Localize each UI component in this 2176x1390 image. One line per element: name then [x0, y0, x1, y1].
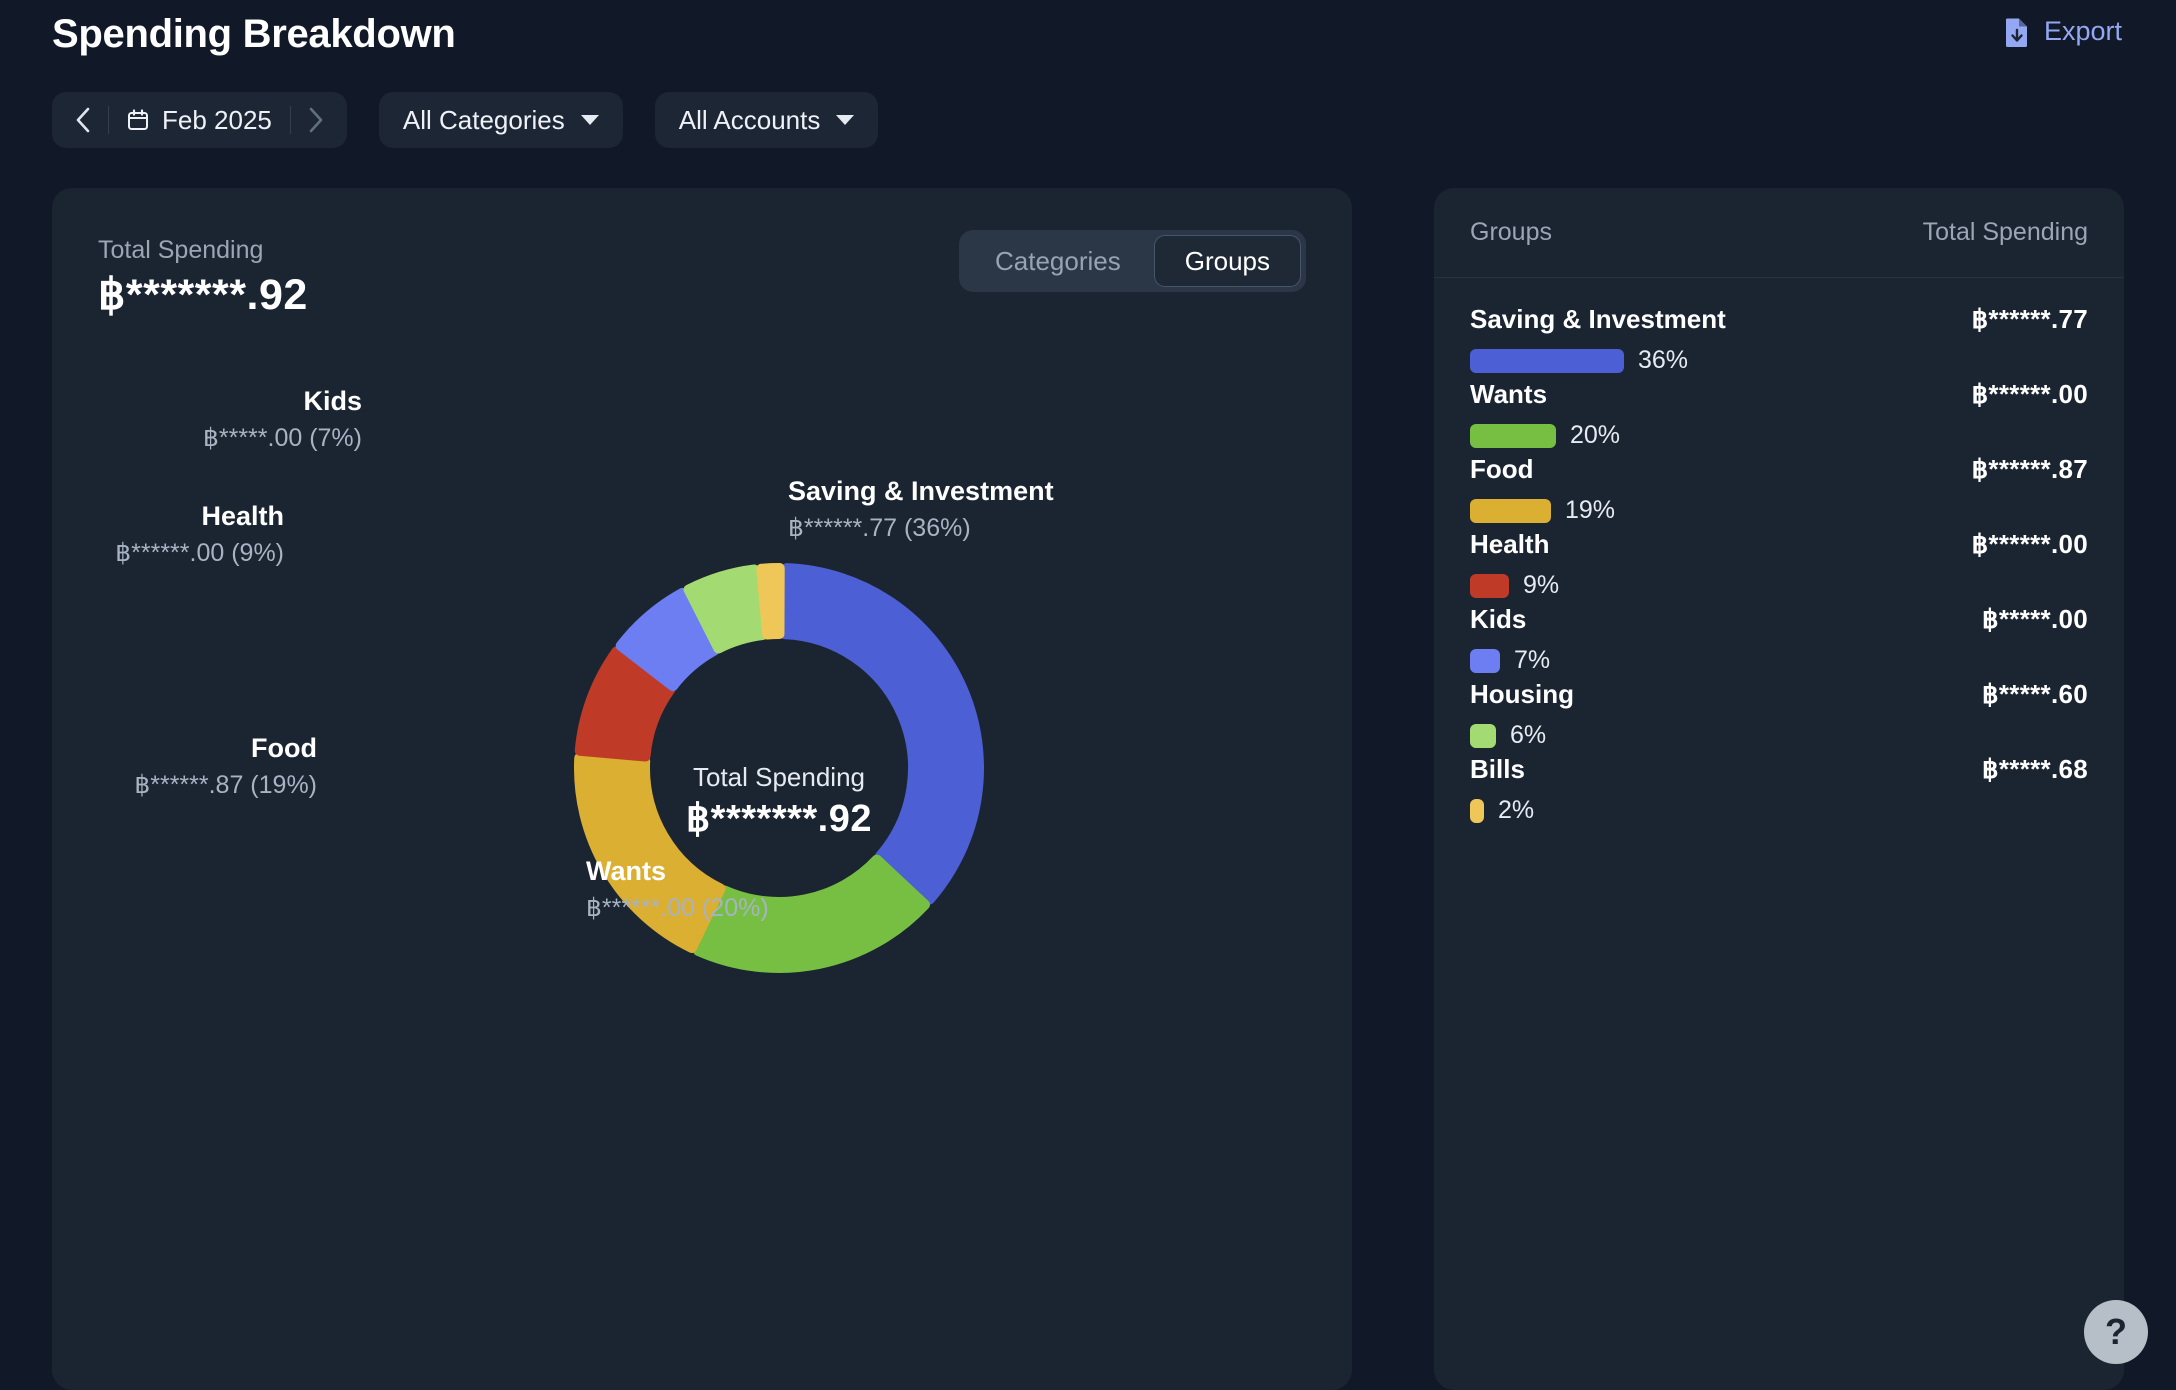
group-row-saving-investment[interactable]: Saving & Investment ฿******.77 36%: [1470, 304, 2088, 379]
current-period-label: Feb 2025: [162, 104, 272, 135]
export-label: Export: [2043, 16, 2122, 46]
group-name-saving-investment: Saving & Investment: [1470, 304, 1726, 334]
chart-label-saving-name: Saving & Investment: [788, 476, 1054, 506]
chart-card: Total Spending ฿*******.92 Categories Gr…: [52, 188, 1352, 1390]
chart-label-kids-value: ฿*****.00 (7%): [202, 424, 362, 452]
group-amount-saving-investment: ฿******.77: [1971, 304, 2088, 334]
chart-label-food-name: Food: [251, 733, 317, 763]
category-filter-dropdown[interactable]: All Categories: [378, 92, 623, 148]
group-bar-kids: [1470, 648, 1500, 673]
group-row-bills[interactable]: Bills ฿*****.68 2%: [1470, 754, 2088, 829]
group-row-housing[interactable]: Housing ฿*****.60 6%: [1470, 679, 2088, 754]
prev-month-button[interactable]: [58, 92, 108, 148]
group-name-housing: Housing: [1470, 679, 1574, 709]
groups-list: Saving & Investment ฿******.77 36% Wants ฿**…: [1434, 280, 2124, 829]
next-month-button[interactable]: [291, 92, 341, 148]
donut-center-value: ฿*******.92: [685, 798, 873, 840]
help-button[interactable]: ?: [2084, 1300, 2148, 1364]
group-percent-saving-investment: 36%: [1638, 346, 1689, 374]
group-name-bills: Bills: [1470, 754, 1525, 784]
chart-label-food-value: ฿******.87 (19%): [134, 771, 317, 799]
calendar-icon: [127, 109, 149, 131]
group-amount-bills: ฿*****.68: [1982, 754, 2088, 784]
group-name-health: Health: [1470, 529, 1550, 559]
group-bar-saving-investment: [1470, 348, 1624, 373]
group-bar-food: [1470, 498, 1551, 523]
question-mark-icon: ?: [2105, 1311, 2127, 1352]
category-filter-label: All Categories: [402, 104, 565, 135]
date-display[interactable]: Feb 2025: [109, 105, 290, 136]
account-filter-label: All Accounts: [678, 104, 821, 135]
chevron-down-icon: [836, 115, 855, 125]
group-bar-wants: [1470, 423, 1556, 448]
filter-toolbar: Feb 2025 All Categories All Accounts: [52, 92, 879, 148]
donut-slice-bills[interactable]: [756, 563, 785, 640]
group-row-kids[interactable]: Kids ฿*****.00 7%: [1470, 604, 2088, 679]
total-spending-value: ฿*******.92: [98, 271, 308, 319]
group-bar-housing: [1470, 723, 1496, 748]
chart-label-wants-value: ฿******.00 (20%): [586, 894, 769, 922]
chart-label-health-name: Health: [201, 501, 284, 531]
group-percent-wants: 20%: [1570, 421, 1621, 449]
view-toggle: Categories Groups: [959, 230, 1306, 292]
donut-slice-health[interactable]: [574, 646, 676, 762]
page-header: Spending Breakdown Export: [0, 0, 2176, 80]
group-amount-health: ฿******.00: [1971, 529, 2088, 559]
group-row-food[interactable]: Food ฿******.87 19%: [1470, 454, 2088, 529]
chevron-down-icon: [580, 115, 599, 125]
account-filter-dropdown[interactable]: All Accounts: [654, 92, 879, 148]
group-amount-food: ฿******.87: [1971, 454, 2088, 484]
total-spending-label: Total Spending: [98, 236, 264, 264]
tab-categories[interactable]: Categories: [964, 235, 1152, 287]
chart-label-food: Food ฿******.87 (19%): [52, 733, 317, 800]
chart-label-wants: Wants ฿******.00 (20%): [586, 856, 769, 923]
donut-slice-kids[interactable]: [615, 587, 720, 692]
tab-groups[interactable]: Groups: [1153, 235, 1301, 287]
group-percent-health: 9%: [1523, 571, 1560, 599]
groups-column-header: Groups: [1470, 218, 1552, 246]
groups-panel-header: Groups Total Spending: [1434, 188, 2124, 278]
group-bar-health: [1470, 573, 1509, 598]
chart-label-health-value: ฿******.00 (9%): [115, 539, 284, 567]
spending-breakdown-page: Spending Breakdown Export Feb 2025 All C…: [0, 0, 2176, 1390]
chart-label-health: Health ฿******.00 (9%): [52, 501, 284, 568]
donut-center-label: Total Spending: [692, 762, 866, 792]
date-navigator: Feb 2025: [52, 92, 347, 148]
donut-slice-housing[interactable]: [683, 564, 768, 654]
chart-label-saving: Saving & Investment ฿******.77 (36%): [788, 476, 1054, 543]
groups-panel: Groups Total Spending Saving & Investmen…: [1434, 188, 2124, 1390]
chart-label-wants-name: Wants: [586, 856, 666, 886]
total-column-header: Total Spending: [1922, 218, 2088, 246]
group-row-wants[interactable]: Wants ฿******.00 20%: [1470, 379, 2088, 454]
chart-label-kids-name: Kids: [303, 386, 362, 416]
group-percent-housing: 6%: [1510, 721, 1547, 749]
chart-label-saving-value: ฿******.77 (36%): [788, 514, 971, 542]
page-title: Spending Breakdown: [52, 12, 456, 56]
donut-slice-saving-investment[interactable]: [779, 563, 984, 905]
group-row-health[interactable]: Health ฿******.00 9%: [1470, 529, 2088, 604]
export-button[interactable]: Export: [2004, 16, 2122, 47]
group-amount-kids: ฿*****.00: [1982, 604, 2088, 634]
file-download-icon: [2004, 17, 2030, 47]
group-name-wants: Wants: [1470, 379, 1548, 409]
group-amount-housing: ฿*****.60: [1982, 679, 2088, 709]
group-percent-food: 19%: [1565, 496, 1616, 524]
group-percent-kids: 7%: [1514, 646, 1551, 674]
chart-label-kids: Kids ฿*****.00 (7%): [52, 386, 362, 453]
group-name-food: Food: [1470, 454, 1534, 484]
group-amount-wants: ฿******.00: [1971, 379, 2088, 409]
group-name-kids: Kids: [1470, 604, 1527, 634]
group-percent-bills: 2%: [1498, 796, 1535, 824]
group-bar-bills: [1470, 798, 1484, 823]
